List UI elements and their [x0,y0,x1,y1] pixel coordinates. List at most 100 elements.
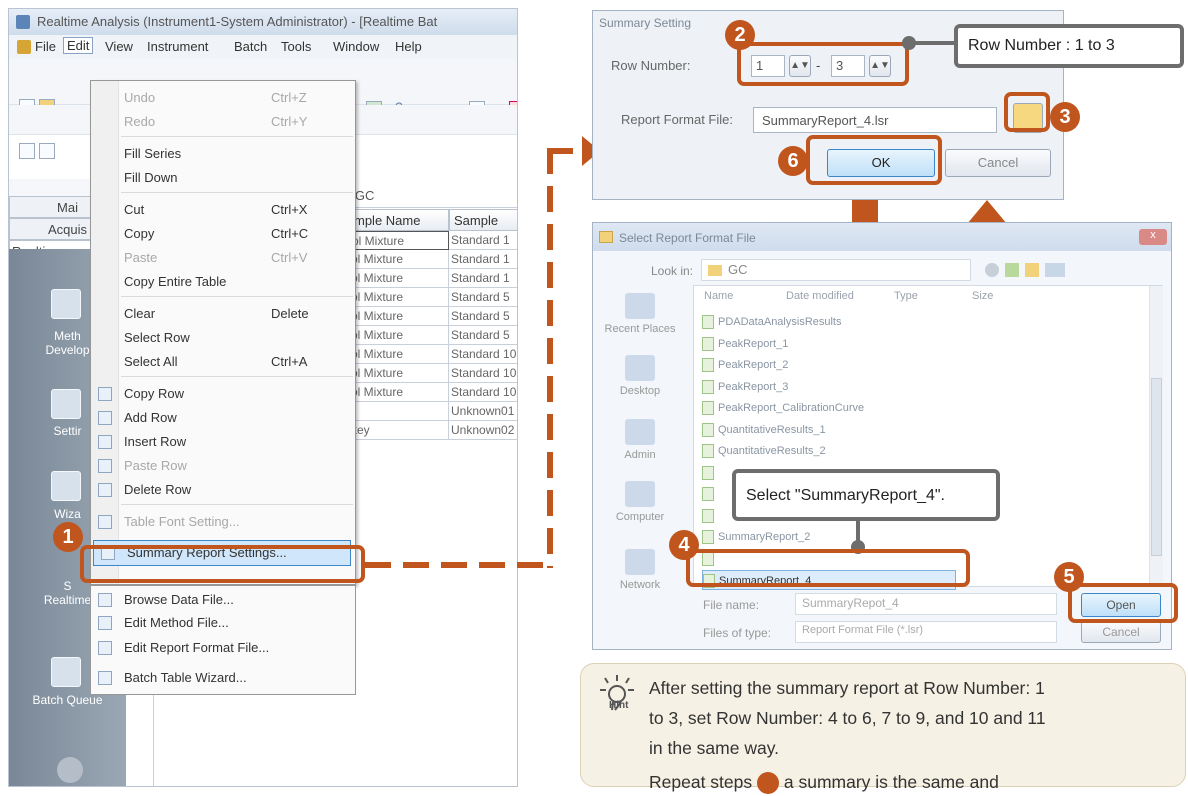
scrollbar-thumb[interactable] [1151,378,1162,556]
menu-item-fill-down[interactable]: Fill Down [91,166,355,190]
place-computer[interactable]: Computer [593,511,687,523]
table-cell-sample-type[interactable]: Unknown02 [449,421,517,440]
menu-item-delete-row[interactable]: Delete Row [91,478,355,502]
table-cell-sample-name[interactable]: ol Mixture [349,307,449,326]
table-cell-sample-type[interactable]: Standard 10 [449,345,517,364]
table-cell-sample-name[interactable]: ol Mixture [349,364,449,383]
menu-item-copy-entire-table[interactable]: Copy Entire Table [91,270,355,294]
table-cell-sample-name[interactable]: ol Mixture [349,288,449,307]
pause-icon[interactable] [57,757,83,783]
report-format-field[interactable]: SummaryReport_4.lsr [753,107,997,133]
menu-instrument[interactable]: Instrument [147,39,208,54]
menu-item-edit-method-file[interactable]: Edit Method File... [91,611,355,635]
admin-icon[interactable] [625,419,655,445]
column-type[interactable]: Type [894,290,918,302]
table-cell-sample-type[interactable]: Standard 5 [449,326,517,345]
file-type-select[interactable]: Report Format File (*.lsr) [795,621,1057,643]
table-cell-sample-type[interactable]: Unknown01 [449,402,517,421]
back-icon[interactable] [985,263,999,277]
menu-view[interactable]: View [105,39,133,54]
table-cell-sample-type[interactable]: Standard 1 [449,269,517,288]
column-size[interactable]: Size [972,290,993,302]
table-cell-sample-name[interactable]: ol Mixture [349,250,449,269]
table-cell-sample-name[interactable]: ol Mixture [349,269,449,288]
menu-item-paste[interactable]: Paste Ctrl+V [91,246,355,270]
table-cell-sample-type[interactable]: Standard 5 [449,288,517,307]
network-icon[interactable] [625,549,655,575]
menu-item-edit-report-format-file[interactable]: Edit Report Format File... [91,636,355,660]
file-item[interactable]: PeakReport_2 [702,355,1132,375]
file-dialog-cancel-button[interactable]: Cancel [1081,621,1161,643]
table-cell-sample-type[interactable]: Standard 10 [449,364,517,383]
menu-help[interactable]: Help [395,39,422,54]
menu-separator [121,296,353,297]
table-cell-sample-name[interactable]: ol Mixture [349,383,449,402]
menu-item-table-font-setting[interactable]: Table Font Setting... [91,510,355,534]
menu-item-paste-row[interactable]: Paste Row [91,454,355,478]
menu-item-copy-row[interactable]: Copy Row [91,382,355,406]
views-icon[interactable] [1045,263,1065,277]
batch-queue-icon[interactable] [51,657,81,687]
cancel-button[interactable]: Cancel [945,149,1051,177]
file-item[interactable]: SummaryReport_2 [702,527,1132,547]
table-cell-sample-name[interactable]: ol Mixture [349,326,449,345]
menu-item-redo[interactable]: Redo Ctrl+Y [91,110,355,134]
column-header-sample-name[interactable]: mple Name [349,209,449,231]
computer-icon[interactable] [625,481,655,507]
column-name[interactable]: Name [704,290,733,302]
table-cell-sample-name[interactable]: key [349,421,449,440]
nav-batch-queue[interactable]: Batch Queue [9,693,126,707]
folder-icon [708,265,722,277]
method-development-icon[interactable] [51,289,81,319]
menu-item-browse-data-file[interactable]: Browse Data File... [91,588,355,612]
menu-tools[interactable]: Tools [281,39,311,54]
desktop-icon[interactable] [625,355,655,381]
recent-places-icon[interactable] [625,293,655,319]
file-item[interactable]: QuantitativeResults_1 [702,420,1132,440]
file-item[interactable]: PeakReport_3 [702,377,1132,397]
column-date-modified[interactable]: Date modified [786,290,854,302]
file-name-field[interactable]: SummaryRepot_4 [795,593,1057,615]
table-cell-sample-name[interactable]: r [349,402,449,421]
menu-batch[interactable]: Batch [234,39,267,54]
chart-icon[interactable] [19,143,35,159]
menu-item-batch-table-wizard[interactable]: Batch Table Wizard... [91,666,355,690]
table-cell-sample-name[interactable]: ol Mixture [349,231,449,250]
menu-edit[interactable]: Edit [63,37,94,54]
settings-icon[interactable] [51,389,81,419]
menu-item-select-all[interactable]: Select All Ctrl+A [91,350,355,374]
file-item[interactable]: PeakReport_CalibrationCurve [702,398,1132,418]
place-admin[interactable]: Admin [593,449,687,461]
table-cell-sample-type[interactable]: Standard 10 [449,383,517,402]
wizard-icon[interactable] [51,471,81,501]
new-folder-icon[interactable] [1025,263,1039,277]
menu-file[interactable]: File [35,39,56,54]
file-item[interactable]: QuantitativeResults_2 [702,441,1132,461]
menu-item-copy[interactable]: Copy Ctrl+C [91,222,355,246]
add-row-icon [98,411,112,425]
menu-item-fill-series[interactable]: Fill Series [91,142,355,166]
menu-window[interactable]: Window [333,39,379,54]
place-network[interactable]: Network [593,579,687,591]
scrollbar[interactable] [1149,286,1163,586]
menu-separator [121,192,353,193]
table-cell-sample-type[interactable]: Standard 1 [449,250,517,269]
place-desktop[interactable]: Desktop [593,385,687,397]
menu-item-clear[interactable]: Clear Delete [91,302,355,326]
place-recent-places[interactable]: Recent Places [593,323,687,335]
menu-item-add-row[interactable]: Add Row [91,406,355,430]
close-icon[interactable]: x [1139,229,1167,245]
file-item[interactable]: PDADataAnalysisResults [702,312,1132,332]
menu-item-cut[interactable]: Cut Ctrl+X [91,198,355,222]
batch-icon[interactable] [39,143,55,159]
look-in-select[interactable]: GC [701,259,971,281]
menu-item-undo[interactable]: Undo Ctrl+Z [91,86,355,110]
menu-item-insert-row[interactable]: Insert Row [91,430,355,454]
up-folder-icon[interactable] [1005,263,1019,277]
column-header-sample-type[interactable]: Sample [449,209,517,231]
table-cell-sample-name[interactable]: ol Mixture [349,345,449,364]
table-cell-sample-type[interactable]: Standard 1 [449,231,517,250]
menu-item-select-row[interactable]: Select Row [91,326,355,350]
table-cell-sample-type[interactable]: Standard 5 [449,307,517,326]
file-item[interactable]: PeakReport_1 [702,334,1132,354]
